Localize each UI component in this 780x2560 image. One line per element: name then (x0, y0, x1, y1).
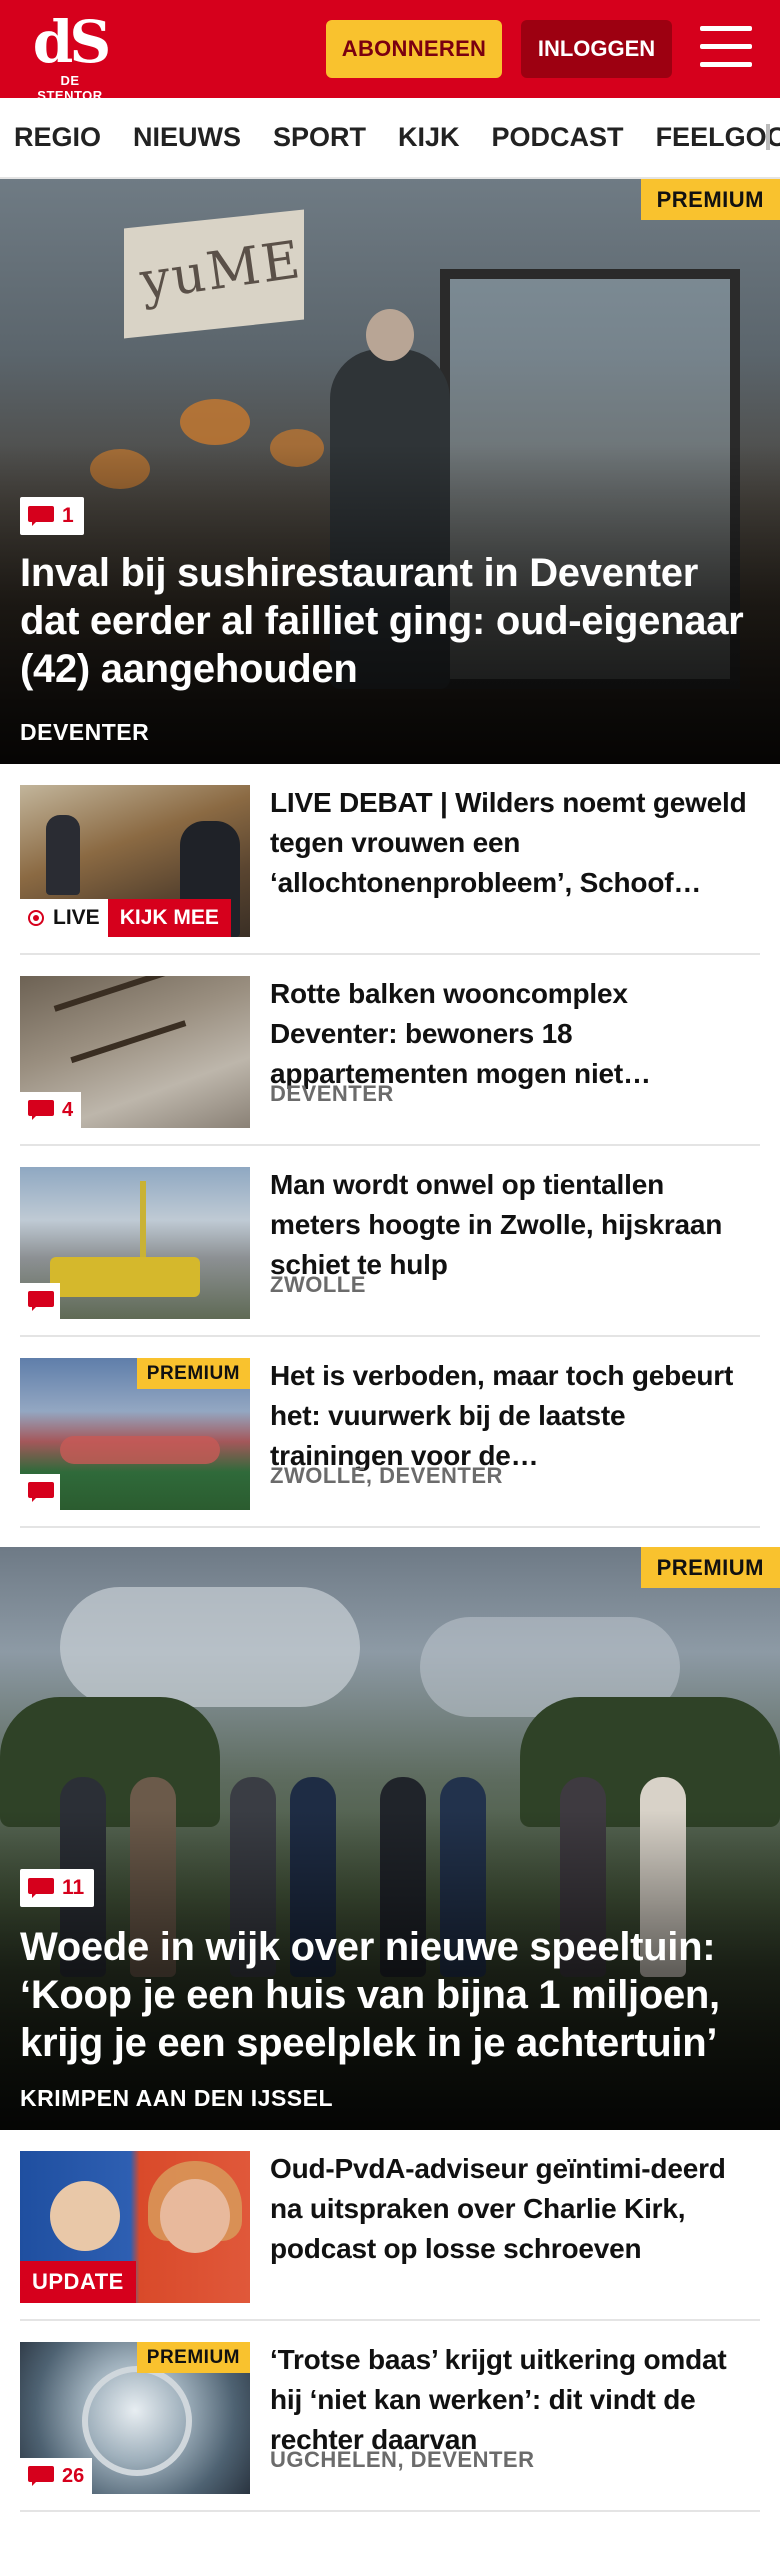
comment-count: 11 (62, 1876, 85, 1899)
hero-title[interactable]: Woede in wijk over nieuwe speeltuin: ‘Ko… (20, 1923, 752, 2067)
comment-icon (28, 1291, 54, 1311)
hero-image-trees (0, 1697, 220, 1827)
list-item[interactable]: PREMIUM Het is verboden, maar toch gebeu… (20, 1337, 760, 1528)
premium-badge: PREMIUM (136, 1358, 250, 1389)
comment-count-badge[interactable] (20, 1283, 60, 1319)
list-item[interactable]: 4 Rotte balken wooncomplex Deventer: bew… (20, 955, 760, 1146)
comment-count: 1 (62, 504, 74, 527)
premium-badge: PREMIUM (136, 2342, 250, 2373)
nav-overflow-indicator (766, 124, 770, 150)
article-location: UGCHELEN, DEVENTER (270, 2447, 535, 2472)
nav-item-nieuws[interactable]: NIEUWS (133, 122, 241, 153)
article-location: DEVENTER (270, 1081, 394, 1106)
list-item[interactable]: UPDATE Oud-PvdA-adviseur geïntimi-deerd … (20, 2130, 760, 2321)
article-title[interactable]: Man wordt onwel op tientallen meters hoo… (270, 1165, 760, 1285)
article-title[interactable]: ‘Trotse baas’ krijgt uitkering omdat hij… (270, 2340, 760, 2460)
list-item[interactable]: Man wordt onwel op tientallen meters hoo… (20, 1146, 760, 1337)
nav-item-podcast[interactable]: PODCAST (492, 122, 624, 153)
nav-item-feelgood[interactable]: FEELGOOD (656, 122, 780, 153)
menu-icon[interactable] (700, 26, 752, 70)
list-item[interactable]: PREMIUM 26 ‘Trotse baas’ krijgt uitkerin… (20, 2321, 760, 2512)
hero-article[interactable]: PREMIUM 11 Woede in wijk over nieuwe spe… (0, 1547, 780, 2130)
nav-item-sport[interactable]: SPORT (273, 122, 366, 153)
login-button[interactable]: INLOGGEN (521, 20, 672, 78)
hero-image-lamp (180, 399, 250, 445)
article-thumbnail[interactable]: LIVE KIJK MEE (20, 785, 250, 937)
hero-title[interactable]: Inval bij sushirestaurant in Deventer da… (20, 549, 752, 693)
logo-mark: dS (32, 8, 111, 76)
premium-badge: PREMIUM (640, 179, 780, 220)
article-thumbnail[interactable]: UPDATE (20, 2151, 250, 2303)
live-label-wrap: LIVE (20, 899, 108, 937)
article-thumbnail[interactable]: PREMIUM (20, 1358, 250, 1510)
site-logo[interactable]: dS DE STENTOR (26, 8, 114, 103)
nav-item-kijk[interactable]: KIJK (398, 122, 460, 153)
article-title[interactable]: Rotte balken wooncomplex Deventer: bewon… (270, 974, 760, 1094)
premium-badge: PREMIUM (640, 1547, 780, 1588)
comment-count-badge[interactable] (20, 1474, 60, 1510)
comment-count-badge[interactable]: 1 (20, 497, 84, 535)
update-badge: UPDATE (20, 2261, 136, 2303)
hero-image-cloud (60, 1587, 360, 1707)
subscribe-button[interactable]: ABONNEREN (326, 20, 502, 78)
top-bar: dS DE STENTOR ABONNEREN INLOGGEN (0, 0, 780, 103)
comment-icon (28, 1482, 54, 1502)
comment-icon (28, 1100, 54, 1120)
hero-article[interactable]: yuME PREMIUM 1 Inval bij sushirestaurant… (0, 179, 780, 764)
article-list: UPDATE Oud-PvdA-adviseur geïntimi-deerd … (0, 2130, 780, 2512)
watch-live-button[interactable]: KIJK MEE (107, 899, 231, 937)
article-title[interactable]: LIVE DEBAT | Wilders noemt geweld tegen … (270, 783, 760, 903)
article-location: ZWOLLE, DEVENTER (270, 1463, 503, 1488)
nav-item-regio[interactable]: REGIO (14, 122, 101, 153)
article-thumbnail[interactable]: PREMIUM 26 (20, 2342, 250, 2494)
comment-icon (28, 506, 54, 526)
article-title[interactable]: Oud-PvdA-adviseur geïntimi-deerd na uits… (270, 2149, 760, 2269)
list-item[interactable]: LIVE KIJK MEE LIVE DEBAT | Wilders noemt… (20, 764, 760, 955)
article-thumbnail[interactable]: 4 (20, 976, 250, 1128)
article-location: ZWOLLE (270, 1272, 366, 1297)
comment-count-badge[interactable]: 4 (20, 1092, 82, 1128)
article-thumbnail[interactable] (20, 1167, 250, 1319)
comment-icon (28, 2466, 54, 2486)
live-badge[interactable]: LIVE KIJK MEE (20, 899, 231, 937)
comment-count-badge[interactable]: 26 (20, 2458, 93, 2494)
comment-count-badge[interactable]: 11 (20, 1869, 95, 1907)
comment-count: 26 (62, 2464, 85, 2487)
hero-location: KRIMPEN AAN DEN IJSSEL (20, 2085, 334, 2111)
section-nav: REGIO NIEUWS SPORT KIJK PODCAST FEELGOOD (0, 98, 780, 179)
live-dot-icon (28, 910, 44, 926)
live-label: LIVE (53, 906, 100, 929)
comment-icon (28, 1878, 54, 1898)
comment-count: 4 (62, 1098, 74, 1121)
hero-image-person-head (366, 309, 414, 361)
article-list: LIVE KIJK MEE LIVE DEBAT | Wilders noemt… (0, 764, 780, 1528)
article-title[interactable]: Het is verboden, maar toch gebeurt het: … (270, 1356, 760, 1476)
